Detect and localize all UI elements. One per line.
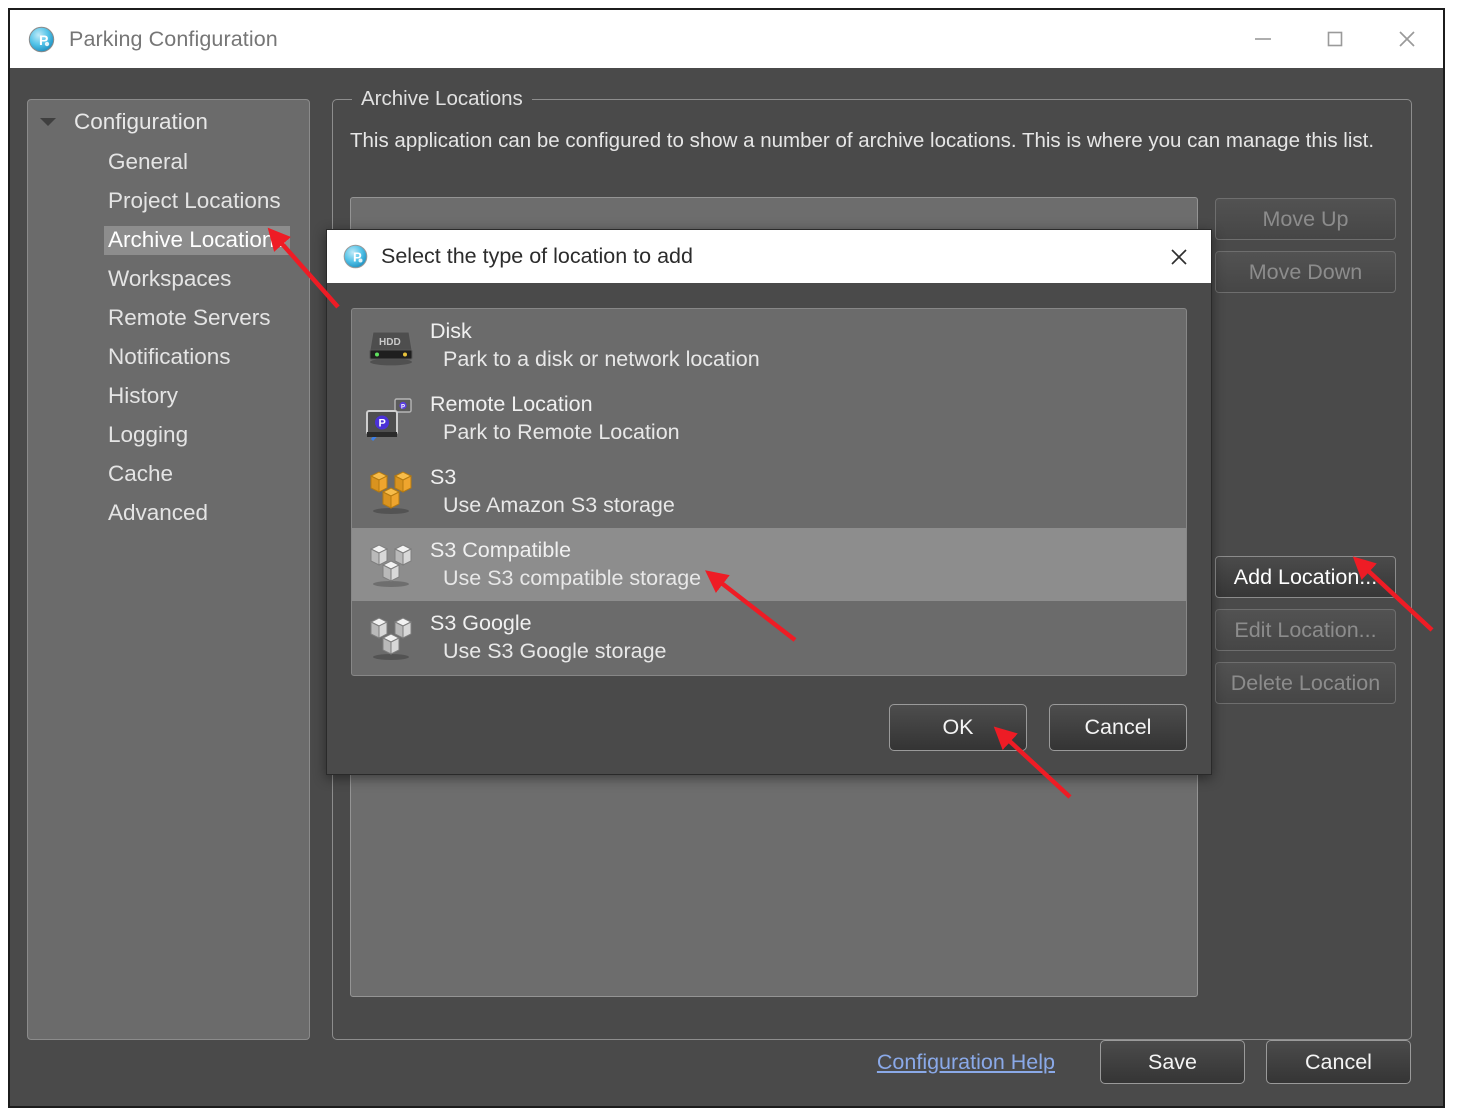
sidebar-item-label: Notifications bbox=[108, 344, 231, 369]
option-title: S3 Compatible bbox=[430, 537, 572, 562]
location-actions: Move Up Move Down Add Location... Edit L… bbox=[1215, 198, 1396, 715]
s3-white-cubes-icon bbox=[362, 609, 420, 667]
dialog-option-remote-location[interactable]: P P Remote Location Park to Remote Locat… bbox=[352, 382, 1186, 455]
edit-location-button[interactable]: Edit Location... bbox=[1215, 609, 1396, 651]
dialog-footer: Configuration Help Save Cancel bbox=[10, 1018, 1443, 1106]
sidebar-item-advanced[interactable]: Advanced bbox=[28, 494, 309, 533]
group-description: This application can be configured to sh… bbox=[350, 129, 1375, 152]
option-subtitle: Use S3 Google storage bbox=[443, 638, 667, 663]
dialog-buttons: OK Cancel bbox=[867, 704, 1187, 751]
dialog-option-s3-compatible[interactable]: S3 Compatible Use S3 compatible storage bbox=[352, 528, 1186, 601]
group-title: Archive Locations bbox=[352, 87, 532, 111]
window-controls bbox=[1227, 10, 1443, 68]
close-icon[interactable] bbox=[1147, 230, 1211, 283]
sidebar-item-archive-locations[interactable]: Archive Locations bbox=[28, 221, 309, 260]
move-down-button[interactable]: Move Down bbox=[1215, 251, 1396, 293]
sidebar-item-project-locations[interactable]: Project Locations bbox=[28, 182, 309, 221]
sidebar-item-logging[interactable]: Logging bbox=[28, 416, 309, 455]
option-title: S3 Google bbox=[430, 610, 532, 635]
sidebar-root-label: Configuration bbox=[74, 108, 208, 134]
option-title: S3 bbox=[430, 464, 457, 489]
window-titlebar: P Parking Configuration bbox=[10, 10, 1443, 68]
minimize-icon[interactable] bbox=[1227, 10, 1299, 68]
dialog-body: HDD Disk Park to a disk or network locat… bbox=[327, 283, 1211, 774]
sidebar-root-configuration[interactable]: Configuration bbox=[28, 100, 309, 143]
hdd-icon: HDD bbox=[362, 317, 420, 375]
remote-location-icon: P P bbox=[362, 390, 420, 448]
delete-location-button[interactable]: Delete Location bbox=[1215, 662, 1396, 704]
sidebar-item-label: Cache bbox=[108, 461, 174, 486]
button-group-spacer bbox=[1215, 304, 1396, 556]
s3-orange-cubes-icon bbox=[362, 463, 420, 521]
sidebar-item-label: Advanced bbox=[108, 500, 209, 525]
dialog-option-disk[interactable]: HDD Disk Park to a disk or network locat… bbox=[352, 309, 1186, 382]
move-up-button[interactable]: Move Up bbox=[1215, 198, 1396, 240]
sidebar-item-label: Logging bbox=[108, 422, 189, 447]
sidebar-item-history[interactable]: History bbox=[28, 377, 309, 416]
parking-configuration-window: P Parking Configuration Configuration Ge… bbox=[8, 8, 1445, 1108]
option-subtitle: Use S3 compatible storage bbox=[443, 565, 702, 590]
chevron-down-icon[interactable] bbox=[40, 117, 56, 126]
close-icon[interactable] bbox=[1371, 10, 1443, 68]
configuration-help-link[interactable]: Configuration Help bbox=[877, 1050, 1055, 1075]
sidebar-item-label: Archive Locations bbox=[104, 226, 290, 255]
sidebar-item-label: General bbox=[108, 149, 189, 174]
svg-text:HDD: HDD bbox=[379, 337, 401, 348]
dialog-titlebar: P Select the type of location to add bbox=[327, 230, 1211, 283]
sidebar-item-workspaces[interactable]: Workspaces bbox=[28, 260, 309, 299]
save-button[interactable]: Save bbox=[1100, 1040, 1245, 1084]
dialog-cancel-button[interactable]: Cancel bbox=[1049, 704, 1187, 751]
svg-text:P: P bbox=[401, 404, 405, 410]
s3-white-cubes-icon bbox=[362, 536, 420, 594]
option-title: Remote Location bbox=[430, 391, 593, 416]
sidebar-item-label: Project Locations bbox=[108, 188, 281, 213]
sidebar-item-label: History bbox=[108, 383, 179, 408]
option-subtitle: Park to a disk or network location bbox=[443, 346, 760, 371]
window-title: Parking Configuration bbox=[69, 26, 278, 51]
sidebar-item-label: Workspaces bbox=[108, 266, 232, 291]
sidebar-item-general[interactable]: General bbox=[28, 143, 309, 182]
maximize-icon[interactable] bbox=[1299, 10, 1371, 68]
parking-logo-icon: P bbox=[28, 26, 55, 53]
cancel-button[interactable]: Cancel bbox=[1266, 1040, 1411, 1084]
sidebar-item-notifications[interactable]: Notifications bbox=[28, 338, 309, 377]
option-subtitle: Use Amazon S3 storage bbox=[443, 492, 675, 517]
select-location-type-dialog: P Select the type of location to add HDD… bbox=[326, 229, 1212, 775]
dialog-option-s3-google[interactable]: S3 Google Use S3 Google storage bbox=[352, 601, 1186, 674]
option-title: Disk bbox=[430, 318, 472, 343]
dialog-ok-button[interactable]: OK bbox=[889, 704, 1027, 751]
sidebar-item-label: Remote Servers bbox=[108, 305, 271, 330]
dialog-title: Select the type of location to add bbox=[381, 244, 693, 268]
option-subtitle: Park to Remote Location bbox=[443, 419, 680, 444]
parking-logo-icon: P bbox=[343, 244, 368, 269]
svg-text:P: P bbox=[379, 417, 386, 429]
sidebar-item-remote-servers[interactable]: Remote Servers bbox=[28, 299, 309, 338]
add-location-button[interactable]: Add Location... bbox=[1215, 556, 1396, 598]
configuration-sidebar: Configuration General Project Locations … bbox=[27, 99, 310, 1040]
sidebar-item-cache[interactable]: Cache bbox=[28, 455, 309, 494]
dialog-option-s3[interactable]: S3 Use Amazon S3 storage bbox=[352, 455, 1186, 528]
location-type-list[interactable]: HDD Disk Park to a disk or network locat… bbox=[351, 308, 1187, 676]
